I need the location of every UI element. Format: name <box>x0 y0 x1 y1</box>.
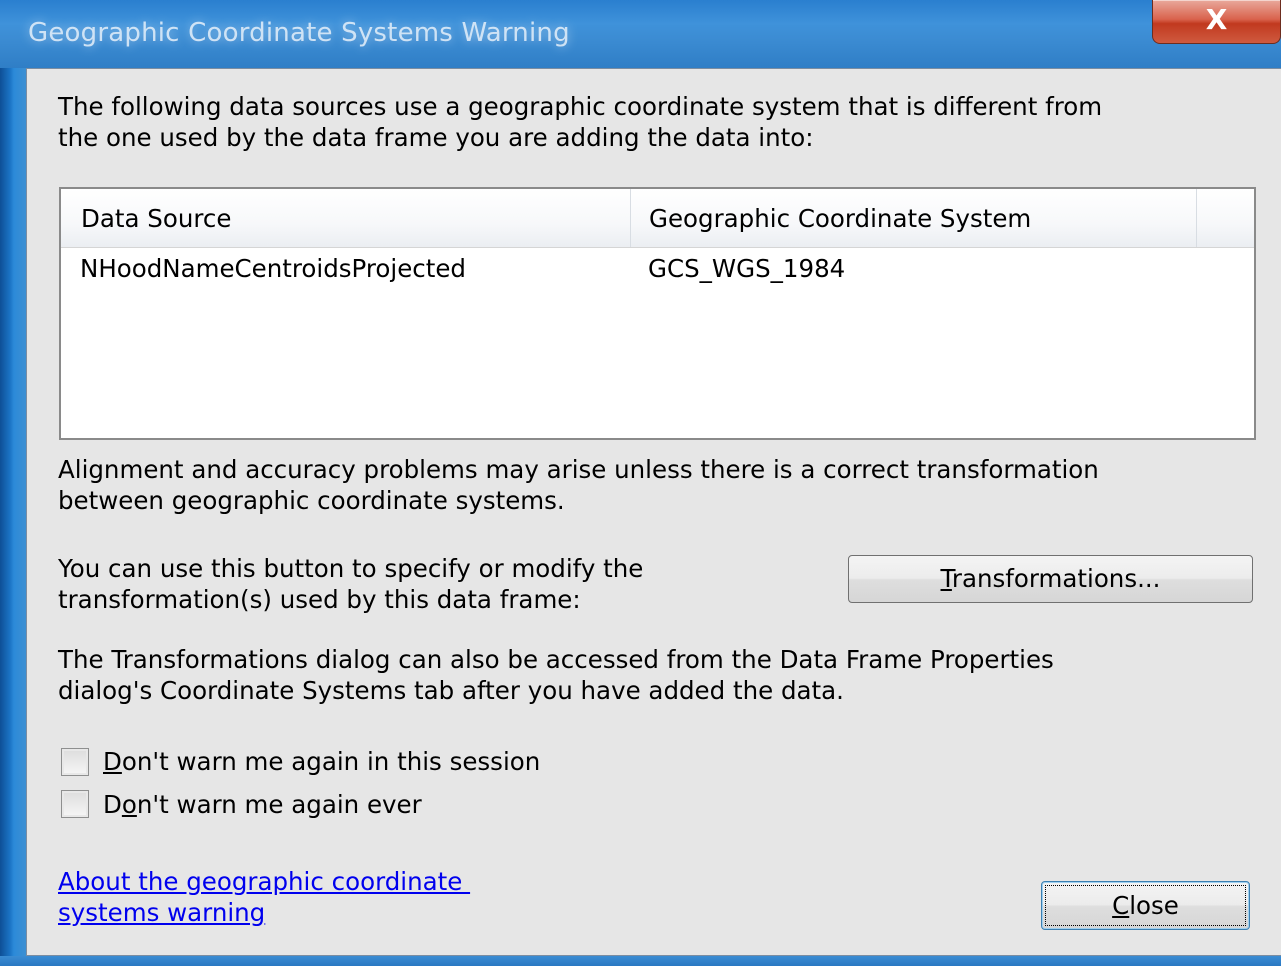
transformations-access-key: T <box>940 564 952 593</box>
dialog-hint-line-2: dialog's Coordinate Systems tab after yo… <box>58 676 844 705</box>
cell-data-source: NHoodNameCentroidsProjected <box>80 254 466 283</box>
list-header: Data Source Geographic Coordinate System <box>61 189 1254 248</box>
focus-ring <box>1045 885 1246 926</box>
checkbox-label-session[interactable]: Don't warn me again in this session <box>103 746 540 777</box>
dialog-window: Geographic Coordinate Systems Warning X … <box>0 0 1281 966</box>
label-post: n't warn me again ever <box>136 790 422 819</box>
title-bar[interactable]: Geographic Coordinate Systems Warning X <box>0 0 1281 68</box>
transform-hint-line-1: You can use this button to specify or mo… <box>58 554 644 583</box>
checkbox-box-session[interactable] <box>61 748 89 776</box>
window-bottom-border <box>0 956 1281 966</box>
alignment-line-2: between geographic coordinate systems. <box>58 486 565 515</box>
close-icon: X <box>1205 3 1228 36</box>
window-title: Geographic Coordinate Systems Warning <box>28 18 570 48</box>
close-button[interactable]: Close <box>1041 881 1250 930</box>
transformations-button[interactable]: Transformations... <box>848 555 1253 603</box>
label-access-key: D <box>103 747 122 776</box>
transformations-label: ransformations... <box>951 564 1161 593</box>
help-link-line-2[interactable]: systems warning <box>58 897 265 928</box>
column-header-data-source[interactable]: Data Source <box>63 189 631 247</box>
checkbox-label-ever[interactable]: Don't warn me again ever <box>103 789 422 820</box>
label-pre: D <box>103 790 122 819</box>
alignment-line-1: Alignment and accuracy problems may aris… <box>58 455 1099 484</box>
column-header-gcs[interactable]: Geographic Coordinate System <box>631 189 1197 247</box>
dialog-hint-line-1: The Transformations dialog can also be a… <box>58 645 1054 674</box>
label-access-key: o <box>121 790 137 819</box>
checkbox-box-ever[interactable] <box>61 790 89 818</box>
data-source-list[interactable]: Data Source Geographic Coordinate System… <box>59 187 1256 440</box>
help-link-line-1[interactable]: About the geographic coordinate <box>58 866 470 897</box>
window-close-button[interactable]: X <box>1152 0 1281 44</box>
transform-hint-line-2: transformation(s) used by this data fram… <box>58 585 581 614</box>
intro-line-1: The following data sources use a geograp… <box>58 92 1103 121</box>
column-header-filler <box>1197 189 1254 247</box>
label-post: on't warn me again in this session <box>121 747 541 776</box>
cell-gcs: GCS_WGS_1984 <box>648 254 846 283</box>
intro-line-2: the one used by the data frame you are a… <box>58 123 814 152</box>
